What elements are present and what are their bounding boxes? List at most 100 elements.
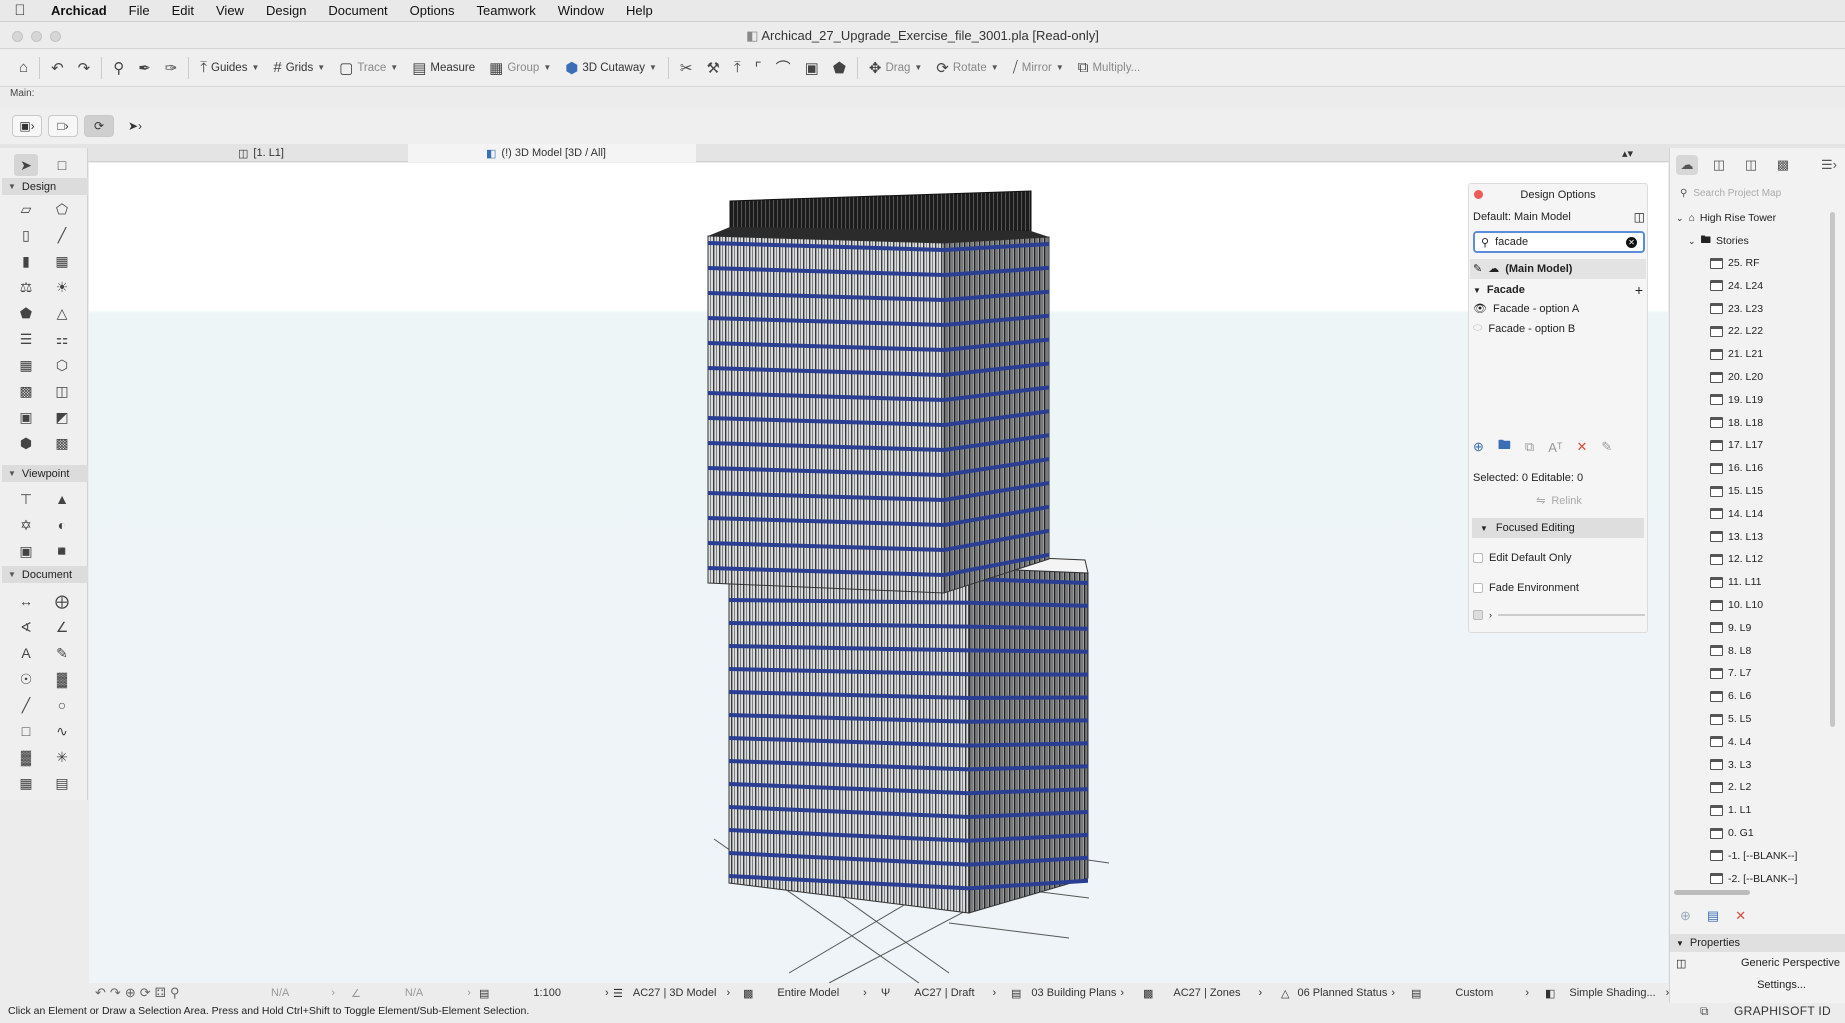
story-item[interactable]: 21. L21 (1710, 345, 1763, 363)
angle-readout[interactable]: ∠ N/A › (351, 987, 471, 1000)
drawing-tool[interactable]: ▤ (50, 772, 74, 794)
column-tool[interactable]: ▯ (14, 224, 38, 246)
menu-view[interactable]: View (205, 3, 255, 18)
add-option-icon[interactable]: + (1635, 282, 1643, 298)
window-tool[interactable]: ▦ (50, 250, 74, 272)
slab-tool[interactable]: ⬠ (50, 198, 74, 220)
duplicate-icon[interactable]: ⧉ (1525, 439, 1534, 455)
trace-button[interactable]: ▢ Trace ▼ (332, 55, 405, 81)
project-root-item[interactable]: ⌄ ⌂ High Rise Tower (1676, 209, 1776, 227)
undo-button[interactable]: ↶ (44, 55, 71, 81)
drag-button[interactable]: ✥ Drag ▼ (862, 55, 929, 81)
curtain-wall-tool[interactable]: ▦ (14, 354, 38, 376)
morph-tool[interactable]: ⬡ (50, 354, 74, 376)
dimension-selector[interactable]: ▤ Custom › (1411, 987, 1529, 1000)
fade-environment-row[interactable]: Fade Environment (1473, 582, 1579, 594)
zoom-fit-icon[interactable]: ⚲ (170, 985, 180, 1001)
delete-view-icon[interactable]: ✕ (1735, 908, 1746, 924)
object-tool[interactable]: ▩ (14, 380, 38, 402)
story-item[interactable]: 17. L17 (1710, 436, 1763, 454)
story-item[interactable]: 8. L8 (1710, 642, 1751, 660)
hotspot-tool[interactable]: ✳ (50, 746, 74, 768)
opening-tool[interactable]: ▣ (14, 406, 38, 428)
navigator-scrollbar[interactable] (1674, 890, 1750, 895)
menu-window[interactable]: Window (547, 3, 615, 18)
pencil-icon[interactable]: ✎ (1473, 262, 1482, 275)
main-model-row[interactable]: ✎ ☁ (Main Model) (1473, 262, 1572, 276)
renovation-filter-selector[interactable]: △ 06 Planned Status › (1281, 987, 1395, 1000)
story-item[interactable]: 23. L23 (1710, 300, 1763, 318)
view-map-button[interactable]: ◫ (1708, 155, 1730, 175)
3d-viewport[interactable] (89, 163, 1668, 983)
cursor-mode-button[interactable]: ➤› (120, 115, 150, 137)
fade-slider-track[interactable] (1498, 614, 1645, 616)
solid-ops-button[interactable]: ⬟ (826, 55, 853, 81)
circle-tool[interactable]: ○ (50, 694, 74, 716)
adjust-button[interactable]: ⚒ (699, 55, 726, 81)
stories-folder-item[interactable]: ⌄ 🖿 Stories (1688, 232, 1749, 250)
design-options-search-input[interactable]: ⚲ facade ✕ (1473, 231, 1645, 253)
grids-button[interactable]: # Grids ▼ (266, 55, 332, 81)
story-item[interactable]: 0. G1 (1710, 824, 1754, 842)
menu-app[interactable]: Archicad (40, 3, 118, 18)
story-item[interactable]: 15. L15 (1710, 482, 1763, 500)
menu-file[interactable]: File (118, 3, 161, 18)
orbit-icon[interactable]: ⟳ (140, 985, 151, 1001)
fade-environment-checkbox[interactable] (1473, 583, 1483, 593)
intersect-button[interactable]: ⌜ (748, 55, 769, 81)
line-tool[interactable]: ╱ (14, 694, 38, 716)
railing-tool[interactable]: ☰ (14, 328, 38, 350)
relink-button[interactable]: ⇋ Relink (1473, 494, 1645, 508)
story-item[interactable]: 5. L5 (1710, 710, 1751, 728)
tab-3d-model[interactable]: ◧ (!) 3D Model [3D / All] (408, 144, 696, 162)
graphisoft-id-button[interactable]: GRAPHISOFT ID (1734, 1004, 1831, 1018)
home-button[interactable]: ⌂ (12, 55, 35, 81)
toolbox-section-viewpoint[interactable]: ▼ Viewpoint (2, 465, 88, 482)
marquee-tool[interactable]: □ (50, 154, 74, 176)
model-settings-icon[interactable]: ◫ (1634, 210, 1645, 224)
project-map-button[interactable]: ☁ (1676, 155, 1698, 175)
fillet-button[interactable]: ⌒ (769, 55, 798, 81)
story-item[interactable]: -2. [--BLANK--] (1710, 870, 1797, 888)
story-item[interactable]: 18. L18 (1710, 414, 1763, 432)
skylight-tool[interactable]: ◩ (50, 406, 74, 428)
elevation-tool[interactable]: ▲ (50, 488, 74, 510)
section-tool[interactable]: ⊤ (14, 488, 38, 510)
detail-tool[interactable]: ▣ (14, 540, 38, 562)
label-tool[interactable]: ✎ (50, 642, 74, 664)
story-item[interactable]: 14. L14 (1710, 505, 1763, 523)
toolbox-section-document[interactable]: ▼ Document (2, 566, 88, 583)
shading-selector[interactable]: ◧ Simple Shading... › (1545, 987, 1669, 1000)
menu-document[interactable]: Document (317, 3, 398, 18)
inject-button[interactable]: ✑ (158, 55, 185, 81)
element-selector-button[interactable]: ▣› (12, 115, 42, 137)
option-row-b[interactable]: ⬭ Facade - option B (1473, 322, 1575, 335)
elevate-button[interactable]: ⤒ (727, 55, 748, 81)
story-item[interactable]: 6. L6 (1710, 687, 1751, 705)
angle-dimension-tool[interactable]: ∠ (50, 616, 74, 638)
dimension-tool[interactable]: ↔ (14, 590, 38, 612)
door-tool[interactable]: ▮ (14, 250, 38, 272)
redo-view-icon[interactable]: ↷ (110, 985, 121, 1001)
menu-help[interactable]: Help (615, 3, 664, 18)
edit-default-only-checkbox[interactable] (1473, 553, 1483, 563)
place-tool[interactable]: ▩ (50, 432, 74, 454)
eye-hidden-icon[interactable]: ⬭ (1473, 322, 1482, 335)
navigator-menu-button[interactable]: ☰› (1818, 155, 1840, 175)
multiply-button[interactable]: ⧉ Multiply... (1071, 55, 1147, 81)
lamp-tool[interactable]: ☀ (50, 276, 74, 298)
toolbox-section-design[interactable]: ▼ Design (2, 178, 88, 195)
publisher-button[interactable]: ▩ (1772, 155, 1794, 175)
story-item[interactable]: 16. L16 (1710, 459, 1763, 477)
cutaway-button[interactable]: ⬢ 3D Cutaway ▼ (558, 55, 664, 81)
edit-default-only-row[interactable]: Edit Default Only (1473, 552, 1572, 564)
beam-tool[interactable]: ╱ (50, 224, 74, 246)
settings-button[interactable]: Settings... (1670, 974, 1845, 996)
zoom-readout[interactable]: N/A › (271, 987, 335, 999)
navigator-vertical-scrollbar[interactable] (1830, 212, 1835, 727)
story-item[interactable]: 25. RF (1710, 254, 1760, 272)
hatch-tool[interactable]: ▓ (14, 746, 38, 768)
story-item[interactable]: 12. L12 (1710, 550, 1763, 568)
pick-up-button[interactable]: ✒ (131, 55, 158, 81)
story-item[interactable]: 19. L19 (1710, 391, 1763, 409)
